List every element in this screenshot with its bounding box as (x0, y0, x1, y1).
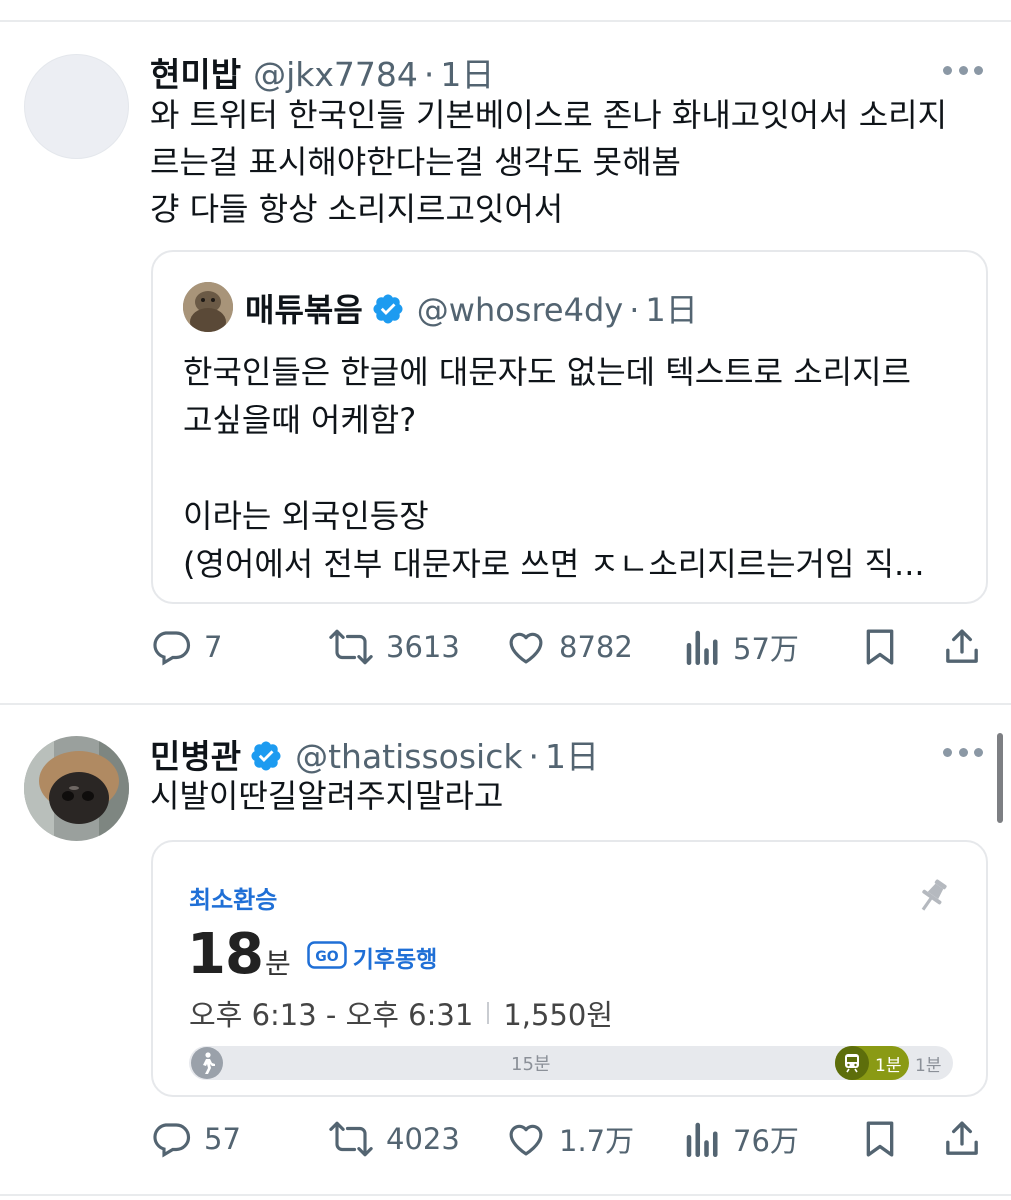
bookmark-icon[interactable] (860, 1114, 900, 1164)
quoted-text-line: 이라는 외국인등장 (183, 497, 429, 535)
separator: · (423, 55, 435, 94)
quoted-header: 매튜볶음 @whosre4dy · 1日 (245, 285, 698, 331)
divider (487, 1002, 490, 1024)
quoted-timestamp: 1日 (645, 291, 698, 329)
share-icon[interactable] (942, 1114, 982, 1164)
more-icon[interactable] (943, 64, 983, 76)
duration: 18 분 GO 기후동행 (187, 922, 437, 987)
quoted-text-line: 한국인들은 한글에 대문자도 없는데 텍스트로 소리지르 (183, 353, 911, 391)
views-count: 76万 (733, 1124, 799, 1158)
avatar[interactable] (24, 54, 129, 159)
more-icon[interactable] (943, 746, 983, 758)
duration-unit: 분 (264, 947, 291, 980)
verified-badge-icon (249, 739, 283, 773)
walk-segment-label: 15분 (511, 1054, 551, 1075)
train-segment-label: 1분 (875, 1055, 902, 1076)
author-handle[interactable]: @jkx7784 (253, 55, 418, 94)
retweet-button[interactable]: 3613 (328, 622, 460, 672)
climate-card-label: 기후동행 (352, 947, 438, 973)
quoted-text-line: (영어에서 전부 대문자로 쓰면 ㅈㄴ소리지르는거임 직... (183, 545, 925, 583)
action-bar: 7 3613 8782 57万 (150, 622, 990, 672)
author-name[interactable]: 현미밥 (150, 48, 241, 96)
quoted-avatar[interactable] (183, 282, 233, 332)
tweet-text-line: 걍 다들 항상 소리지르고잇어서 (150, 190, 564, 228)
like-count: 1.7万 (559, 1124, 635, 1158)
timestamp[interactable]: 1日 (440, 48, 494, 96)
reply-count: 7 (204, 630, 223, 664)
tweet-text-line: 시발이딴길알려주지말라고 (150, 777, 504, 815)
pin-icon (914, 876, 952, 918)
quoted-handle[interactable]: @whosre4dy (417, 291, 623, 329)
route-progress-bar: 15분 1분 1분 (189, 1046, 953, 1080)
tweet-text-line: 와 트위터 한국인들 기본베이스로 존나 화내고잇어서 소리지 (150, 96, 948, 134)
reply-button[interactable]: 57 (150, 1114, 241, 1164)
separator: · (629, 291, 640, 329)
retweet-count: 3613 (386, 630, 460, 664)
author-handle[interactable]: @thatissosick (295, 737, 522, 776)
like-icon (505, 1118, 547, 1160)
tweet-header: 현미밥 @jkx7784 · 1日 (150, 48, 494, 96)
separator: · (528, 737, 539, 776)
share-icon[interactable] (942, 622, 982, 672)
quoted-text: 한국인들은 한글에 대문자도 없는데 텍스트로 소리지르 고싶을때 어케함? 이… (183, 348, 973, 588)
end-segment-label: 1분 (915, 1056, 942, 1076)
quoted-text-line: 고싶을때 어케함? (183, 401, 417, 439)
views-icon (685, 626, 721, 668)
tweet-text: 와 트위터 한국인들 기본베이스로 존나 화내고잇어서 소리지 르는걸 표시해야… (150, 92, 995, 233)
transit-route-card[interactable]: 최소환승 18 분 GO 기후동행 오후 6:13 - 오후 6:31 1,55… (151, 840, 988, 1097)
tweet-text-line: 르는걸 표시해야한다는걸 생각도 못해봄 (150, 143, 681, 181)
bookmark-icon[interactable] (860, 622, 900, 672)
retweet-icon (328, 626, 374, 668)
bottom-divider (0, 1194, 1011, 1196)
views-button[interactable]: 76万 (685, 1114, 799, 1164)
quoted-tweet[interactable]: 매튜볶음 @whosre4dy · 1日 한국인들은 한글에 대문자도 없는데 … (151, 250, 988, 604)
views-count: 57万 (733, 632, 799, 666)
verified-badge-icon (371, 292, 405, 326)
reply-count: 57 (204, 1122, 241, 1156)
quoted-text-line (183, 444, 973, 492)
climate-card-badge: GO 기후동행 (306, 940, 438, 974)
time-and-fare: 오후 6:13 - 오후 6:31 1,550원 (189, 992, 613, 1034)
like-button[interactable]: 1.7万 (505, 1114, 634, 1164)
route-type-label: 최소환승 (189, 886, 278, 914)
train-icon (835, 1046, 869, 1080)
climate-card-icon: GO (306, 941, 347, 973)
retweet-button[interactable]: 4023 (328, 1114, 460, 1164)
walk-icon (191, 1047, 223, 1079)
like-count: 8782 (559, 630, 633, 664)
reply-icon (150, 1118, 192, 1160)
time-range: 오후 6:13 - 오후 6:31 (189, 998, 474, 1032)
scrollbar[interactable] (997, 733, 1003, 823)
quoted-author-name[interactable]: 매튜볶음 (245, 285, 363, 331)
train-segment: 1분 (835, 1046, 909, 1080)
avatar[interactable] (24, 736, 129, 841)
reply-icon (150, 626, 192, 668)
like-icon (505, 626, 547, 668)
duration-number: 18 (187, 922, 264, 987)
fare: 1,550원 (503, 998, 614, 1032)
tweet-2[interactable]: 민병관 @thatissosick · 1日 시발이딴길알려주지말라고 최소환승… (0, 705, 1011, 1200)
tweet-text: 시발이딴길알려주지말라고 (150, 773, 995, 820)
tweet-1[interactable]: 현미밥 @jkx7784 · 1日 와 트위터 한국인들 기본베이스로 존나 화… (0, 0, 1011, 700)
svg-text:GO: GO (315, 949, 338, 965)
author-name[interactable]: 민병관 (150, 730, 241, 778)
reply-button[interactable]: 7 (150, 622, 222, 672)
timestamp[interactable]: 1日 (545, 730, 599, 778)
views-icon (685, 1118, 721, 1160)
views-button[interactable]: 57万 (685, 622, 799, 672)
retweet-icon (328, 1118, 374, 1160)
like-button[interactable]: 8782 (505, 622, 633, 672)
retweet-count: 4023 (386, 1122, 460, 1156)
tweet-header: 민병관 @thatissosick · 1日 (150, 730, 599, 778)
action-bar: 57 4023 1.7万 76万 (150, 1114, 990, 1164)
